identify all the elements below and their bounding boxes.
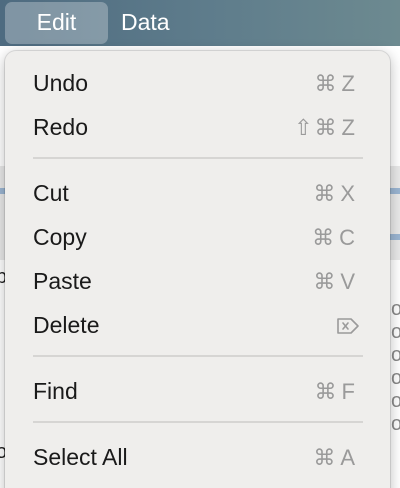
menu-item-label: Cut xyxy=(33,180,69,206)
command-key-icon: ⌘ xyxy=(314,379,342,404)
background-selection-bar xyxy=(390,188,400,194)
background-selection-bar xyxy=(390,234,400,240)
background-text: o xyxy=(391,390,400,412)
menu-item-find[interactable]: Find ⌘F xyxy=(5,371,390,411)
shortcut-redo: ⇧⌘ Z xyxy=(294,115,355,141)
background-text: o xyxy=(391,367,400,389)
delete-forward-icon xyxy=(337,318,359,334)
background-text: o xyxy=(391,413,400,435)
menu-item-label: Paste xyxy=(33,268,92,294)
menu-bar: Edit Data xyxy=(0,0,400,46)
shortcut-key: X xyxy=(340,181,355,206)
command-key-icon: ⌘ xyxy=(313,269,341,294)
menu-item-select-all[interactable]: Select All ⌘A xyxy=(5,437,390,477)
menubar-item-edit-label: Edit xyxy=(36,9,77,35)
shortcut-key: Z xyxy=(341,115,355,140)
menu-item-label: Undo xyxy=(33,70,88,96)
command-key-icon: ⌘ xyxy=(314,71,342,96)
shortcut-key: A xyxy=(340,445,355,470)
menu-item-label: Copy xyxy=(33,224,87,250)
menubar-item-data[interactable]: Data xyxy=(121,0,170,46)
shortcut-key: F xyxy=(341,379,355,404)
shortcut-key: Z xyxy=(341,71,355,96)
menu-item-cut[interactable]: Cut ⌘X xyxy=(5,173,390,213)
shortcut-find: ⌘F xyxy=(315,379,355,405)
shortcut-undo: ⌘Z xyxy=(315,71,355,97)
shortcut-cut: ⌘X xyxy=(313,181,355,207)
command-key-icon: ⌘ xyxy=(313,445,341,470)
edit-menu-dropdown: Undo ⌘Z Redo ⇧⌘ Z Cut ⌘X Copy ⌘C Paste ⌘V… xyxy=(5,51,390,488)
shortcut-key: V xyxy=(340,269,355,294)
menu-separator xyxy=(33,157,363,159)
background-text: o xyxy=(391,344,400,366)
menu-item-redo[interactable]: Redo ⇧⌘ Z xyxy=(5,107,390,147)
menu-item-delete[interactable]: Delete xyxy=(5,305,390,345)
menu-item-undo[interactable]: Undo ⌘Z xyxy=(5,63,390,103)
shortcut-select-all: ⌘A xyxy=(313,445,355,471)
menu-separator xyxy=(33,355,363,357)
menubar-item-edit[interactable]: Edit xyxy=(5,0,108,46)
menu-separator xyxy=(33,421,363,423)
shift-command-key-icon: ⇧⌘ xyxy=(294,115,339,140)
menu-item-label: Redo xyxy=(33,114,88,140)
shortcut-copy: ⌘C xyxy=(312,225,355,251)
menu-item-paste[interactable]: Paste ⌘V xyxy=(5,261,390,301)
command-key-icon: ⌘ xyxy=(312,225,340,250)
shortcut-key: C xyxy=(339,225,355,250)
menu-item-label: Delete xyxy=(33,312,100,338)
menu-item-label: Find xyxy=(33,378,78,404)
menu-item-label: Select All xyxy=(33,444,128,470)
menu-item-copy[interactable]: Copy ⌘C xyxy=(5,217,390,257)
background-text: o xyxy=(391,298,400,320)
command-key-icon: ⌘ xyxy=(313,181,341,206)
menubar-item-data-label: Data xyxy=(121,9,170,35)
shortcut-paste: ⌘V xyxy=(313,269,355,295)
background-text: o xyxy=(391,321,400,343)
